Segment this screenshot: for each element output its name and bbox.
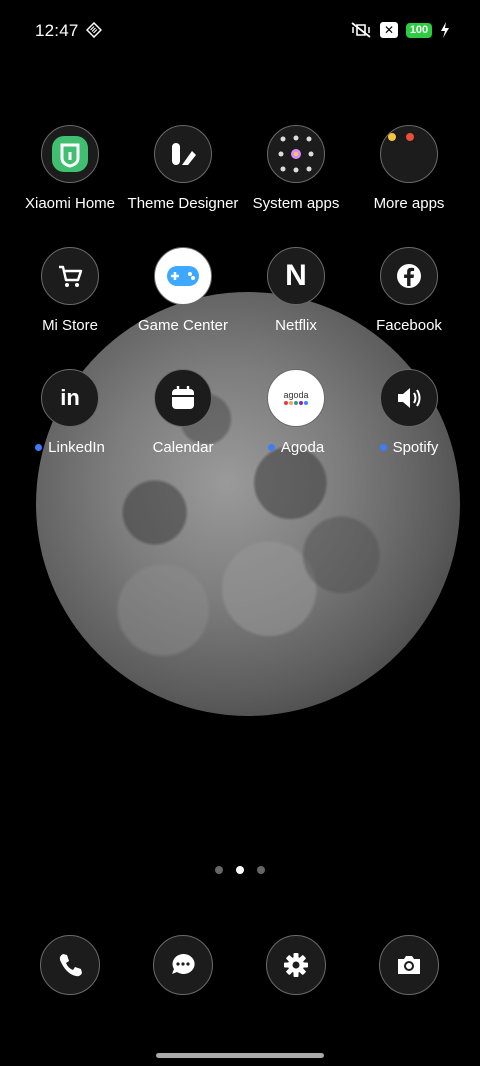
messages-icon <box>153 935 213 995</box>
app-label: Xiaomi Home <box>24 195 116 212</box>
app-linkedin[interactable]: in LinkedIn <box>10 369 130 456</box>
app-label: Theme Designer <box>127 195 239 212</box>
moon-wallpaper <box>36 292 460 716</box>
battery-indicator: 100 <box>406 22 432 38</box>
app-more-apps-folder[interactable]: More apps <box>349 125 469 212</box>
page-dot-2-current[interactable] <box>236 866 244 874</box>
charging-icon <box>441 22 449 38</box>
phone-icon <box>40 935 100 995</box>
system-apps-folder-icon <box>267 125 325 183</box>
dock-messages[interactable] <box>123 935 243 995</box>
app-mi-store[interactable]: Mi Store <box>10 247 130 334</box>
app-calendar[interactable]: Calendar <box>123 369 243 456</box>
app-label: Netflix <box>275 317 317 334</box>
dock-phone[interactable] <box>10 935 130 995</box>
close-notification-icon: ✕ <box>380 22 398 38</box>
clock: 12:47 <box>35 21 79 40</box>
app-label: Agoda <box>280 439 325 456</box>
theme-designer-icon <box>154 125 212 183</box>
xiaomi-home-icon <box>41 125 99 183</box>
home-gesture-bar[interactable] <box>156 1053 324 1058</box>
netflix-logo-letter: N <box>285 259 307 292</box>
app-label: Spotify <box>392 439 439 456</box>
app-label: Game Center <box>137 317 229 334</box>
app-game-center[interactable]: Game Center <box>123 247 243 334</box>
cart-icon <box>41 247 99 305</box>
status-bar: 12:47 ✕ 100 <box>0 0 480 62</box>
app-theme-designer[interactable]: Theme Designer <box>123 125 243 212</box>
new-install-dot <box>35 444 43 451</box>
speaker-icon <box>380 369 438 427</box>
new-install-dot <box>267 444 275 451</box>
app-spotify[interactable]: Spotify <box>349 369 469 456</box>
facebook-icon <box>380 247 438 305</box>
app-netflix[interactable]: N Netflix <box>236 247 356 334</box>
gamepad-icon <box>154 247 212 305</box>
app-label: Facebook <box>376 317 442 334</box>
diamond-notification-icon <box>86 22 102 38</box>
dock-camera[interactable] <box>349 935 469 995</box>
linkedin-icon: in <box>41 369 99 427</box>
dock-settings[interactable] <box>236 935 356 995</box>
app-facebook[interactable]: Facebook <box>349 247 469 334</box>
calendar-icon <box>154 369 212 427</box>
more-apps-folder-icon <box>380 125 438 183</box>
app-label: Mi Store <box>42 317 98 334</box>
agoda-wordmark: agoda <box>283 390 309 400</box>
page-dot-3[interactable] <box>257 866 265 874</box>
app-xiaomi-home[interactable]: Xiaomi Home <box>10 125 130 212</box>
settings-icon <box>266 935 326 995</box>
app-label: System apps <box>252 195 340 212</box>
page-dot-1[interactable] <box>215 866 223 874</box>
app-label: LinkedIn <box>48 439 105 456</box>
vibrate-mute-icon <box>351 22 371 38</box>
app-label: More apps <box>373 195 445 212</box>
page-indicator[interactable] <box>0 866 480 874</box>
agoda-icon: agoda <box>267 369 325 427</box>
app-system-apps-folder[interactable]: System apps <box>236 125 356 212</box>
app-label: Calendar <box>152 439 214 456</box>
netflix-icon: N <box>267 247 325 305</box>
camera-icon <box>379 935 439 995</box>
app-agoda[interactable]: agoda Agoda <box>236 369 356 456</box>
new-install-dot <box>379 444 387 451</box>
